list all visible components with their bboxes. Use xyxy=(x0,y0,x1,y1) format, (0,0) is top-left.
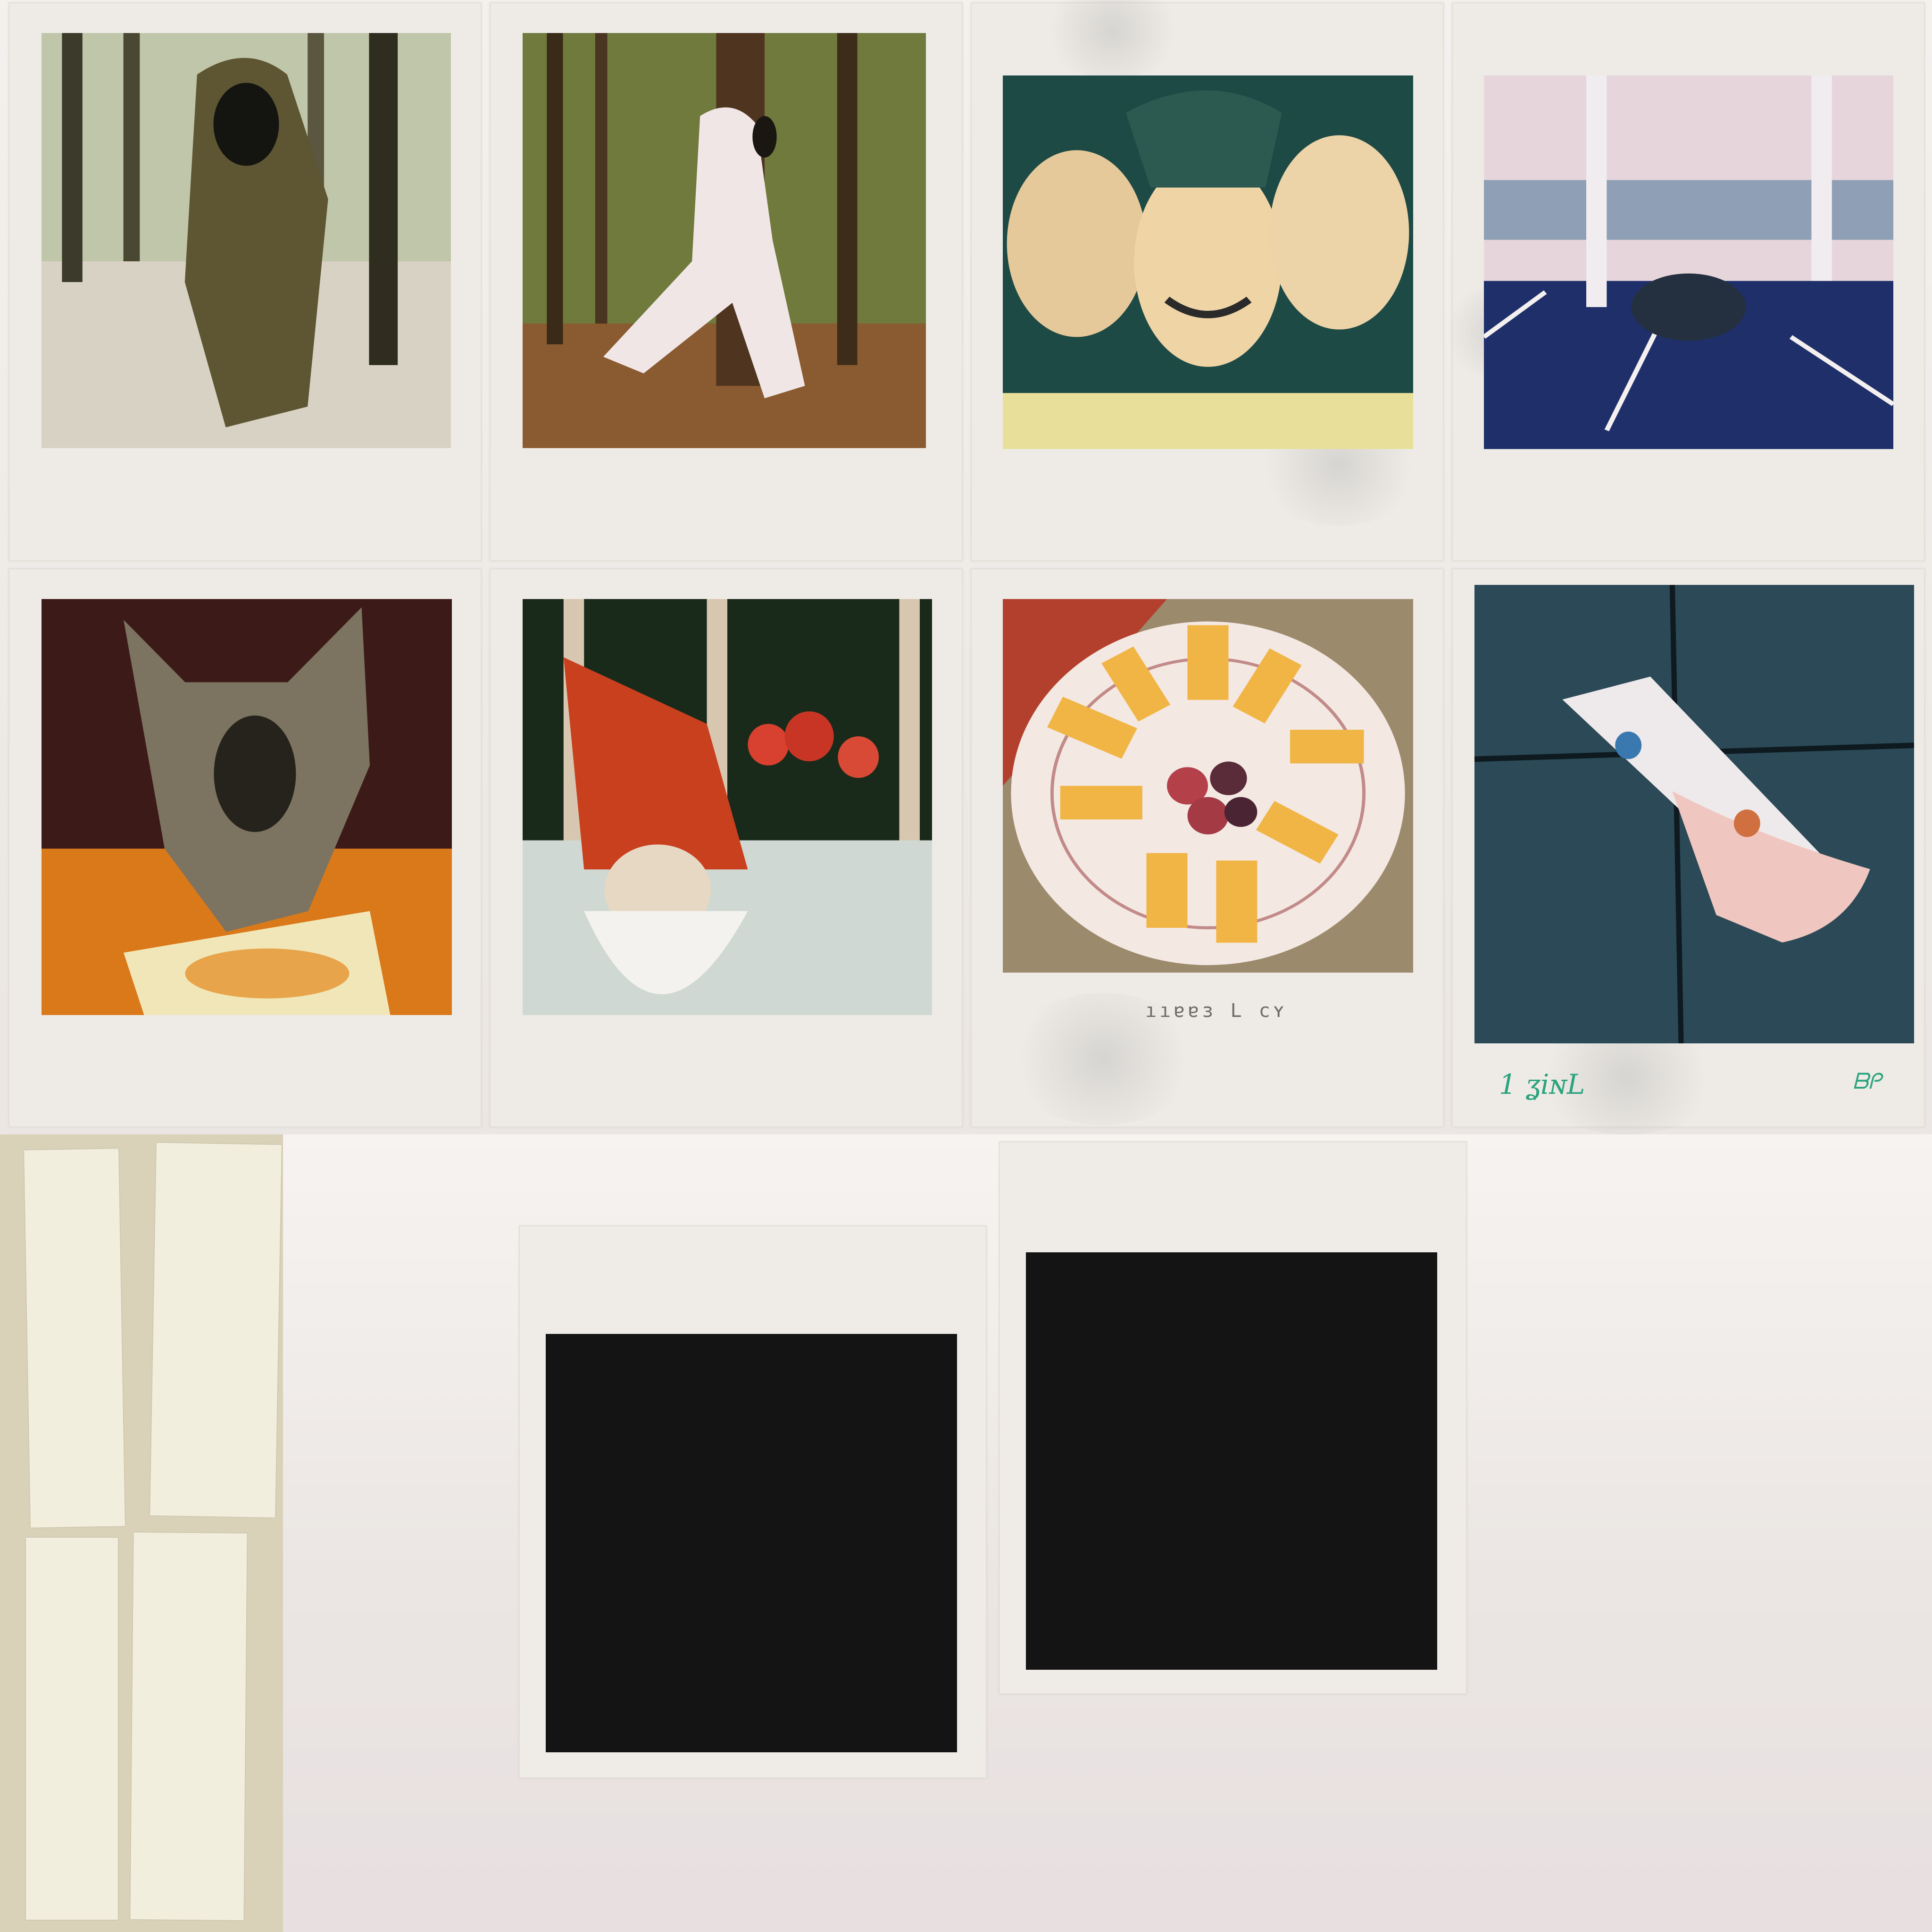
blank-photo xyxy=(546,1334,957,1752)
tape-strip xyxy=(150,1142,282,1518)
polaroid-card xyxy=(490,568,963,1127)
caption-plate: ııɐɐɜ L ϲʏ xyxy=(1145,1000,1287,1022)
polaroid-card xyxy=(971,0,1444,561)
caption-handwritten-right: ᗷᑭ xyxy=(1853,1068,1882,1094)
polaroid-card xyxy=(1442,2,1925,561)
polaroid-card xyxy=(8,568,482,1127)
blank-polaroid xyxy=(999,1141,1467,1694)
polaroid-card xyxy=(8,2,482,561)
tape-strip xyxy=(130,1532,247,1921)
photo-dog-eating xyxy=(42,599,452,1015)
caption-handwritten-left: 1 ʓiɴL xyxy=(1499,1068,1585,1100)
photo-three-friends-selfie xyxy=(1003,75,1413,449)
photo-spilled-cup xyxy=(1474,585,1914,1043)
photo-forest-white-suit xyxy=(523,33,926,448)
polaroid-card: ııɐɐɜ L ϲʏ xyxy=(971,568,1444,1127)
blank-polaroid xyxy=(519,1225,987,1778)
tape-strip xyxy=(26,1538,118,1920)
photo-parking-lot-group xyxy=(1484,75,1893,449)
blank-photo xyxy=(1026,1252,1437,1670)
tape-strip xyxy=(24,1149,125,1528)
photo-plate-spring-rolls xyxy=(1003,599,1413,973)
tape-panel xyxy=(0,1134,283,1932)
polaroid-card xyxy=(490,2,963,561)
photo-forest-hooded-figure xyxy=(42,33,451,448)
polaroid-texture-sheet: ııɐɐɜ L ϲʏ 1 ʓiɴL ᗷᑭ xyxy=(0,0,1932,1932)
smudge xyxy=(1037,0,1188,78)
polaroid-card: 1 ʓiɴL ᗷᑭ xyxy=(1452,568,1925,1134)
photo-gnome-costume xyxy=(523,599,932,1015)
